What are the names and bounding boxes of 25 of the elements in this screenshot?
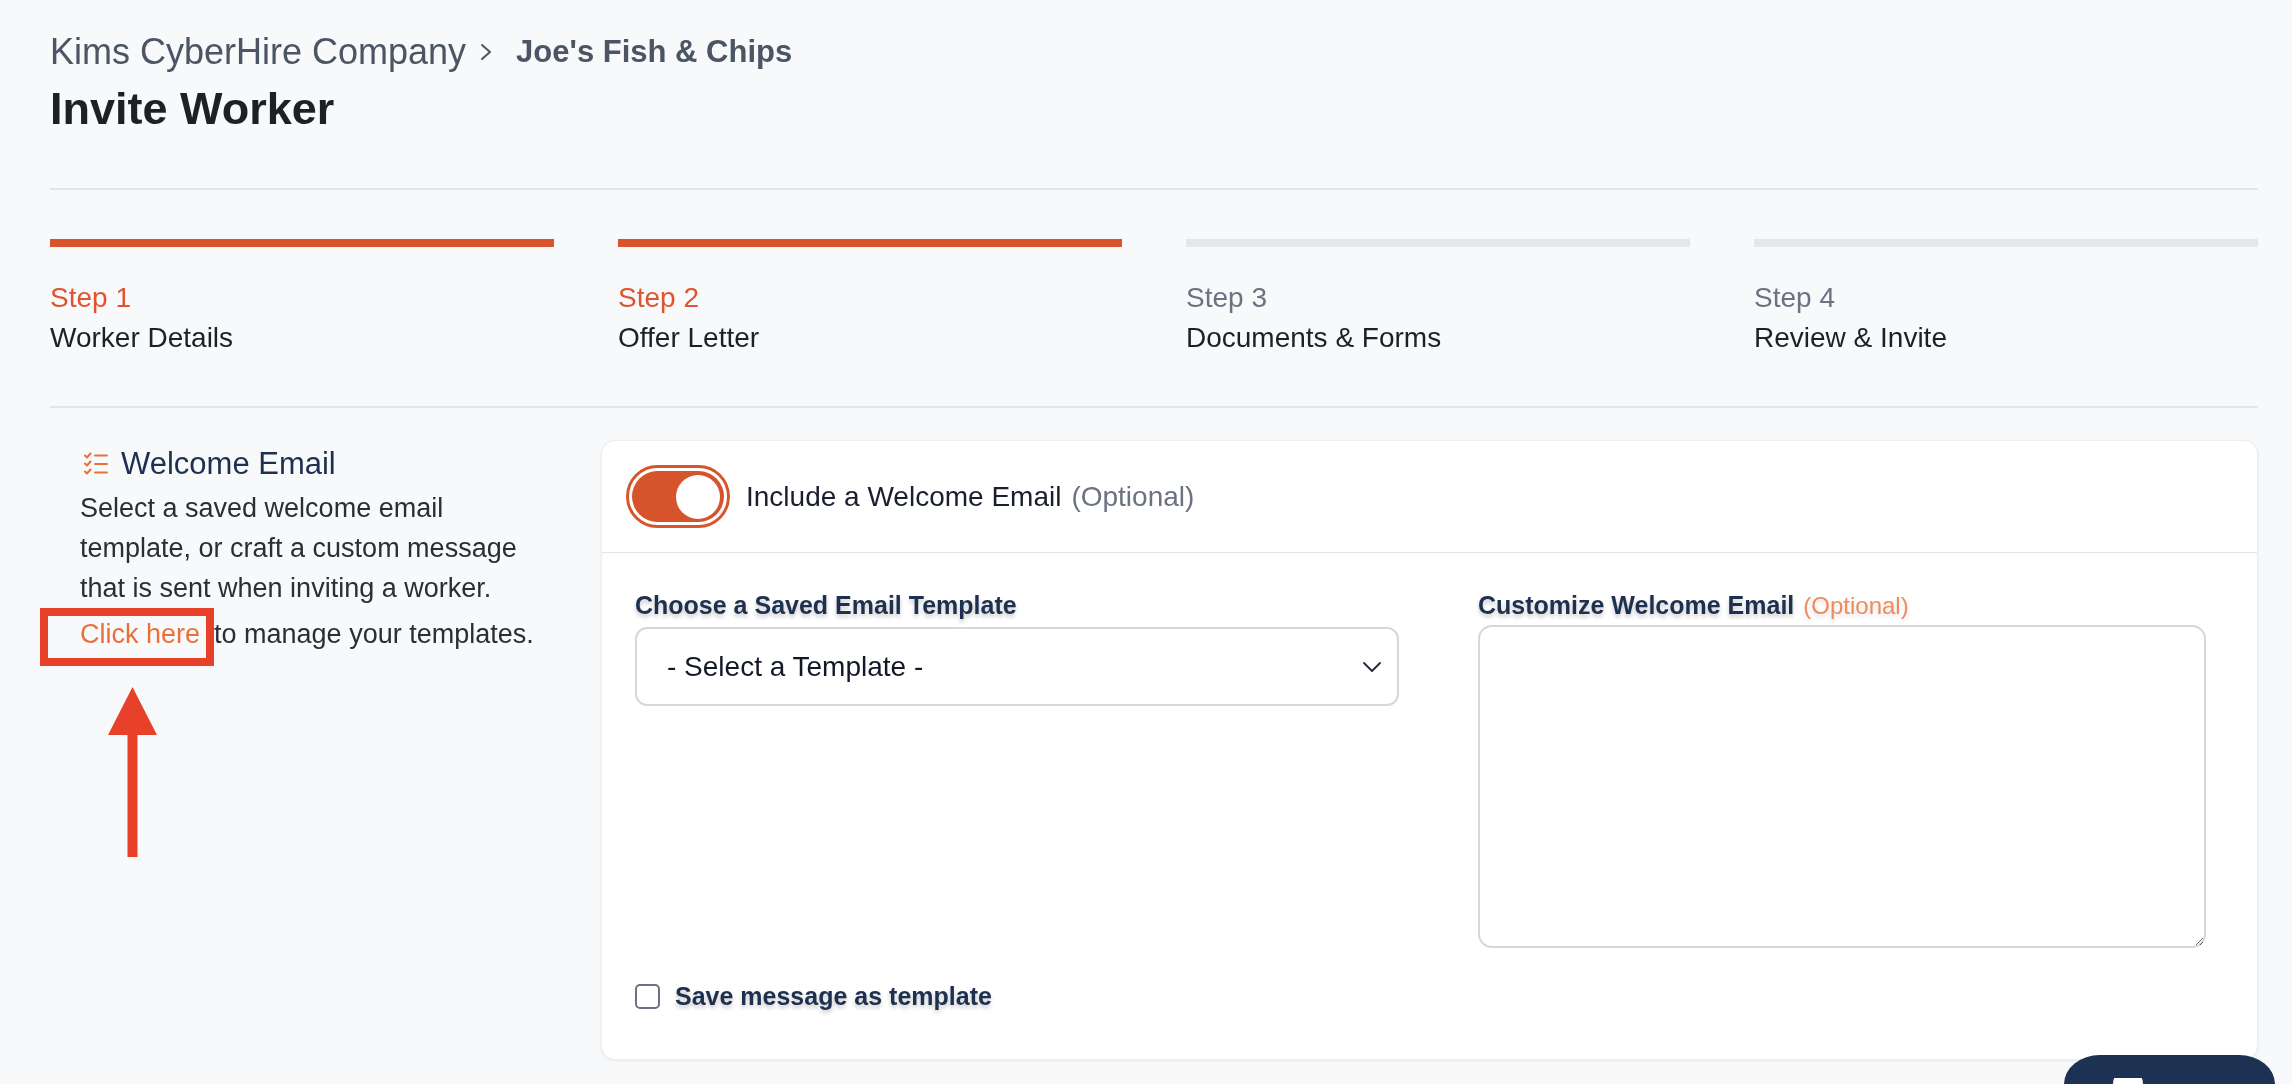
field-label: Choose a Saved Email Template bbox=[635, 590, 1017, 621]
step-number: Step 3 bbox=[1186, 281, 1268, 315]
step-number: Step 4 bbox=[1754, 281, 1836, 315]
checkbox[interactable] bbox=[635, 983, 660, 1009]
step-title: Worker Details bbox=[50, 321, 235, 355]
breadcrumb-current: Joe's Fish & Chips bbox=[516, 33, 793, 71]
checkbox-label: Save message as template bbox=[675, 981, 992, 1012]
step-title: Documents & Forms bbox=[1186, 321, 1443, 355]
step-number: Step 2 bbox=[618, 281, 700, 315]
template-select[interactable]: - Select a Template - bbox=[635, 627, 1399, 706]
page-title: Invite Worker bbox=[50, 82, 336, 136]
chevron-right-icon bbox=[480, 43, 493, 61]
step-title: Offer Letter bbox=[618, 321, 761, 355]
chevron-down-icon bbox=[1363, 661, 1381, 672]
field-label: Customize Welcome Email bbox=[1478, 590, 1795, 621]
manage-templates-text: to manage your templates. bbox=[214, 618, 534, 651]
breadcrumb-link[interactable]: Kims CyberHire Company bbox=[50, 30, 467, 74]
toggle-label: Include a Welcome Email bbox=[746, 480, 1062, 513]
step-title: Review & Invite bbox=[1754, 321, 1948, 355]
checklist-icon bbox=[84, 452, 108, 476]
optional-note: (Optional) bbox=[1803, 591, 1909, 621]
section-title: Welcome Email bbox=[121, 445, 336, 483]
optional-note: (Optional) bbox=[1071, 480, 1195, 513]
step-number: Step 1 bbox=[50, 281, 132, 315]
section-description: Select a saved welcome email template, or craft a custom message that is sent when inviting a worker. bbox=[80, 492, 518, 605]
